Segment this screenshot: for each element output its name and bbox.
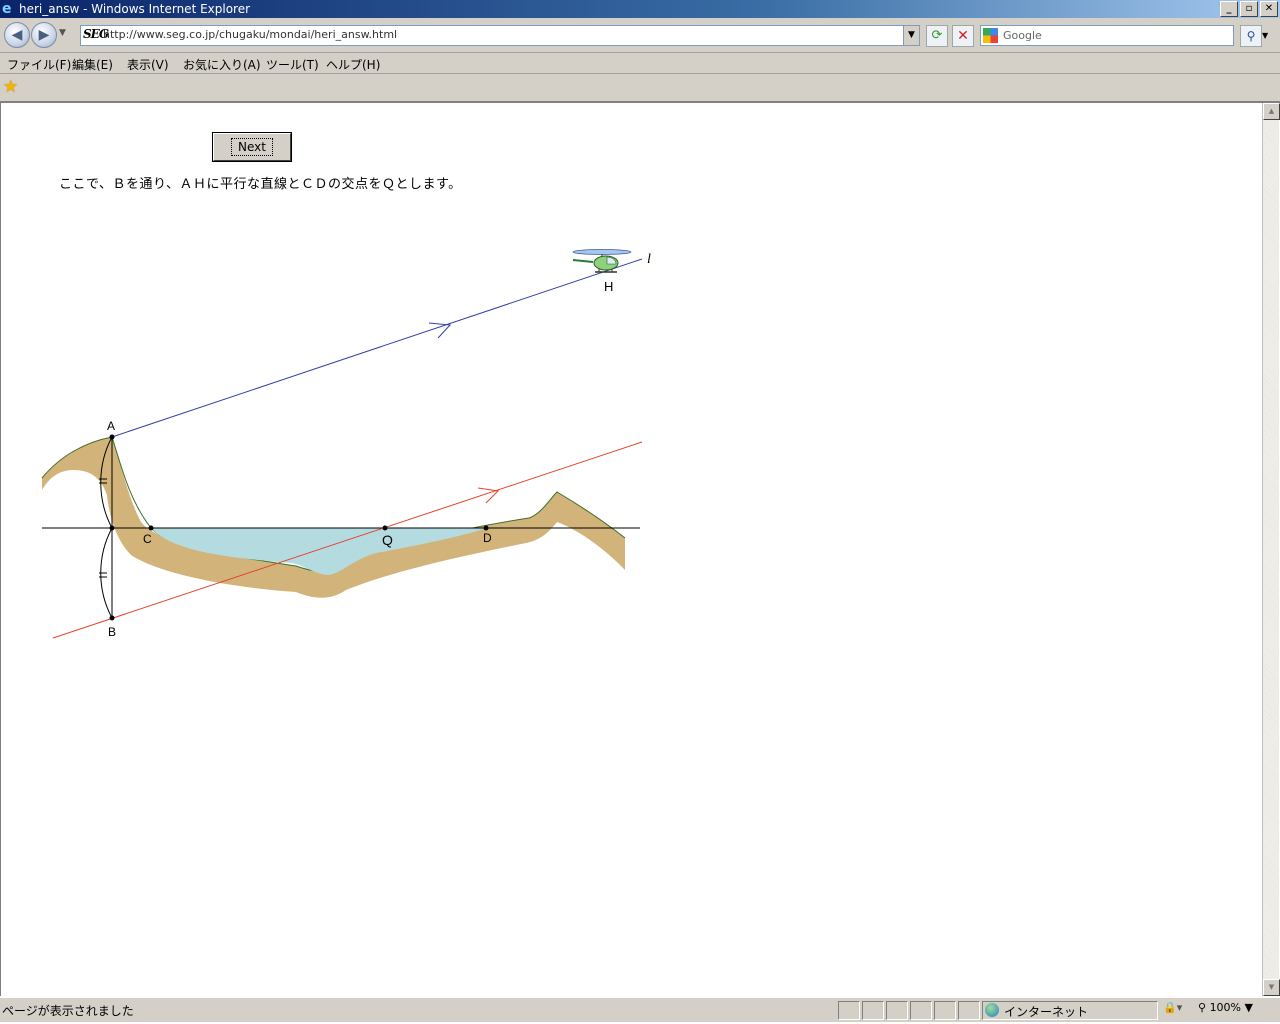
zoom-level: 100% — [1209, 1001, 1242, 1014]
point-mid — [109, 525, 115, 531]
window-controls: _ ▫ ✕ — [1220, 1, 1278, 17]
protected-mode-icon[interactable]: 🔒▾ — [1163, 1001, 1193, 1018]
restore-button[interactable]: ▫ — [1240, 1, 1258, 17]
label-c: C — [143, 532, 152, 546]
address-dropdown-icon[interactable]: ▼ — [903, 26, 919, 45]
label-b: B — [108, 625, 116, 639]
scroll-up-button[interactable]: ▲ — [1263, 103, 1280, 120]
history-dropdown-icon[interactable]: ▼ — [59, 28, 66, 38]
status-segment — [862, 1001, 884, 1020]
favorites-bar: ★ — [0, 74, 1280, 103]
zone-label: インターネット — [1004, 1005, 1089, 1019]
page-content: Next ここで、Ｂを通り、ＡＨに平行な直線とＣＤの交点をＱとします。 A B … — [0, 103, 1263, 996]
title-bar: e heri_answ - Windows Internet Explorer … — [0, 0, 1280, 18]
minimize-button[interactable]: _ — [1220, 1, 1238, 17]
status-segment — [838, 1001, 860, 1020]
back-button[interactable]: ◀ — [4, 22, 30, 48]
search-button[interactable]: ⚲ — [1240, 25, 1262, 47]
ie-icon: e — [2, 1, 12, 17]
zoom-icon: ⚲ — [1198, 1001, 1207, 1014]
internet-globe-icon — [985, 1003, 999, 1017]
point-a — [109, 434, 115, 440]
forward-button[interactable]: ▶ — [31, 22, 57, 48]
label-h: H — [604, 279, 613, 294]
menu-help[interactable]: ヘルプ(H) — [326, 56, 380, 73]
refresh-button[interactable]: ⟳ — [926, 25, 948, 47]
point-b — [109, 615, 115, 621]
status-bar: ページが表示されました インターネット 🔒▾ ⚲ 100% ▼ — [0, 997, 1280, 1022]
status-segment — [934, 1001, 956, 1020]
search-icon: ⚲ — [1246, 29, 1256, 43]
zoom-dropdown-icon: ▼ — [1244, 1001, 1253, 1014]
arrow-ah — [428, 322, 452, 339]
window-title: heri_answ - Windows Internet Explorer — [19, 2, 251, 16]
next-button-label: Next — [231, 138, 273, 156]
address-bar[interactable]: SEG http://www.seg.co.jp/chugaku/mondai/… — [80, 25, 920, 46]
status-segment — [886, 1001, 908, 1020]
line-ah — [111, 258, 643, 438]
navigation-bar: ◀ ▶ ▼ SEG http://www.seg.co.jp/chugaku/m… — [0, 18, 1280, 53]
helicopter-icon — [572, 249, 632, 273]
label-q: Q — [382, 532, 393, 548]
security-zone[interactable]: インターネット — [982, 1001, 1158, 1020]
menu-edit[interactable]: 編集(E) — [72, 56, 113, 73]
status-segment — [910, 1001, 932, 1020]
label-l: l — [647, 252, 651, 267]
geometry-diagram: A B C Q D H l — [41, 249, 651, 639]
menu-favorites[interactable]: お気に入り(A) — [183, 56, 261, 73]
menu-view[interactable]: 表示(V) — [127, 56, 169, 73]
zoom-control[interactable]: ⚲ 100% ▼ — [1198, 1001, 1264, 1018]
vertical-scrollbar[interactable]: ▲ ▼ — [1262, 103, 1280, 996]
search-box[interactable]: Google — [980, 25, 1234, 46]
explanation-text: ここで、Ｂを通り、ＡＨに平行な直線とＣＤの交点をＱとします。 — [59, 177, 462, 192]
menu-tools[interactable]: ツール(T) — [266, 56, 319, 73]
close-button[interactable]: ✕ — [1260, 1, 1278, 17]
favorites-star-icon[interactable]: ★ — [3, 78, 18, 96]
status-text: ページが表示されました — [2, 1004, 134, 1018]
search-placeholder: Google — [1003, 29, 1042, 42]
next-button[interactable]: Next — [212, 132, 292, 162]
label-a: A — [107, 419, 115, 433]
label-d: D — [483, 531, 492, 545]
scroll-down-button[interactable]: ▼ — [1263, 979, 1280, 996]
menu-bar: ファイル(F) 編集(E) 表示(V) お気に入り(A) ツール(T) ヘルプ(… — [0, 53, 1280, 74]
address-url[interactable]: http://www.seg.co.jp/chugaku/mondai/heri… — [103, 28, 397, 41]
point-c — [148, 525, 154, 531]
forward-arrow-icon: ▶ — [38, 27, 50, 43]
google-icon — [983, 28, 998, 43]
back-arrow-icon: ◀ — [11, 27, 23, 43]
menu-file[interactable]: ファイル(F) — [7, 56, 71, 73]
status-segment — [958, 1001, 980, 1020]
point-q — [382, 525, 388, 531]
point-d — [483, 525, 489, 531]
search-options-dropdown-icon[interactable]: ▼ — [1262, 31, 1268, 40]
stop-button[interactable]: ✕ — [952, 25, 974, 47]
